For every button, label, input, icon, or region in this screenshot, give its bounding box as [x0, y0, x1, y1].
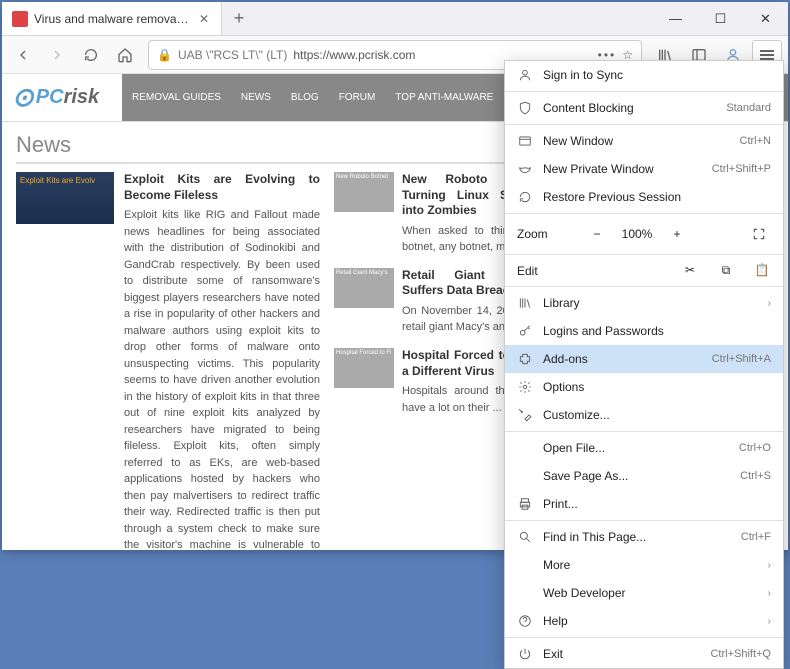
zoom-value: 100% [617, 227, 657, 241]
zoom-in-button[interactable]: + [665, 222, 689, 246]
site-logo[interactable]: ⊙ PCrisk [2, 82, 122, 113]
article-thumb[interactable]: Retail Giant Macy's [334, 268, 394, 308]
menu-customize[interactable]: Customize... [505, 401, 783, 429]
menu-save-page[interactable]: Save Page As... Ctrl+S [505, 462, 783, 490]
menu-print[interactable]: Print... [505, 490, 783, 518]
menu-find[interactable]: Find in This Page... Ctrl+F [505, 523, 783, 551]
menu-webdev[interactable]: Web Developer › [505, 579, 783, 607]
menu-restore-session[interactable]: Restore Previous Session [505, 183, 783, 211]
lock-icon: 🔒 [157, 48, 172, 62]
chevron-right-icon: › [768, 588, 771, 599]
back-button[interactable] [8, 40, 38, 70]
article-title[interactable]: Exploit Kits are Evolving to Become File… [124, 172, 320, 203]
restore-icon [517, 189, 533, 205]
tab-title: Virus and malware removal ins [34, 12, 191, 26]
library-icon [517, 295, 533, 311]
reload-button[interactable] [76, 40, 106, 70]
mask-icon [517, 161, 533, 177]
tab-close-button[interactable]: ✕ [197, 12, 211, 26]
menu-open-file[interactable]: Open File... Ctrl+O [505, 434, 783, 462]
cert-label: UAB \"RCS LT\" (LT) [178, 48, 287, 62]
menu-edit: Edit ✂ ⧉ 📋 [505, 257, 783, 284]
chevron-right-icon: › [768, 616, 771, 627]
key-icon [517, 323, 533, 339]
gear-icon [517, 379, 533, 395]
article-thumb[interactable]: New Roboto Botnet [334, 172, 394, 212]
nav-link[interactable]: NEWS [231, 92, 281, 103]
article-body: Exploit kits like RIG and Fallout made n… [124, 209, 320, 550]
window-close-button[interactable]: ✕ [743, 2, 788, 35]
fullscreen-button[interactable] [747, 222, 771, 246]
paint-icon [517, 407, 533, 423]
favicon [12, 11, 28, 27]
account-icon [517, 67, 533, 83]
search-icon [517, 529, 533, 545]
shield-icon [517, 100, 533, 116]
menu-exit[interactable]: Exit Ctrl+Shift+Q [505, 640, 783, 668]
nav-link[interactable]: BLOG [281, 92, 329, 103]
chevron-right-icon: › [768, 298, 771, 309]
browser-tab[interactable]: Virus and malware removal ins ✕ [2, 2, 222, 35]
menu-content-blocking[interactable]: Content Blocking Standard [505, 94, 783, 122]
news-heading: News [16, 132, 544, 164]
menu-new-private[interactable]: New Private Window Ctrl+Shift+P [505, 155, 783, 183]
article-thumb[interactable]: Hospital Forced to Fi [334, 348, 394, 388]
hamburger-menu: Sign in to Sync Content Blocking Standar… [504, 60, 784, 669]
nav-link[interactable]: TOP ANTI-MALWARE [385, 92, 503, 103]
minimize-button[interactable]: — [653, 2, 698, 35]
menu-options[interactable]: Options [505, 373, 783, 401]
copy-icon[interactable]: ⧉ [717, 263, 735, 278]
puzzle-icon [517, 351, 533, 367]
maximize-button[interactable]: ☐ [698, 2, 743, 35]
menu-new-window[interactable]: New Window Ctrl+N [505, 127, 783, 155]
menu-addons[interactable]: Add-ons Ctrl+Shift+A [505, 345, 783, 373]
menu-library[interactable]: Library › [505, 289, 783, 317]
menu-logins[interactable]: Logins and Passwords [505, 317, 783, 345]
menu-more[interactable]: More › [505, 551, 783, 579]
menu-signin[interactable]: Sign in to Sync [505, 61, 783, 89]
print-icon [517, 496, 533, 512]
paste-icon[interactable]: 📋 [753, 263, 771, 278]
chevron-right-icon: › [768, 560, 771, 571]
nav-link[interactable]: REMOVAL GUIDES [122, 92, 231, 103]
help-icon [517, 613, 533, 629]
window-icon [517, 133, 533, 149]
forward-button[interactable] [42, 40, 72, 70]
titlebar: Virus and malware removal ins ✕ + — ☐ ✕ [2, 2, 788, 36]
home-button[interactable] [110, 40, 140, 70]
menu-help[interactable]: Help › [505, 607, 783, 635]
article-thumb[interactable]: Exploit Kits are Evolv [16, 172, 114, 224]
nav-link[interactable]: FORUM [329, 92, 386, 103]
cut-icon[interactable]: ✂ [681, 263, 699, 278]
power-icon [517, 646, 533, 662]
zoom-out-button[interactable]: − [585, 222, 609, 246]
menu-zoom: Zoom − 100% + [505, 216, 783, 252]
new-tab-button[interactable]: + [222, 2, 256, 35]
